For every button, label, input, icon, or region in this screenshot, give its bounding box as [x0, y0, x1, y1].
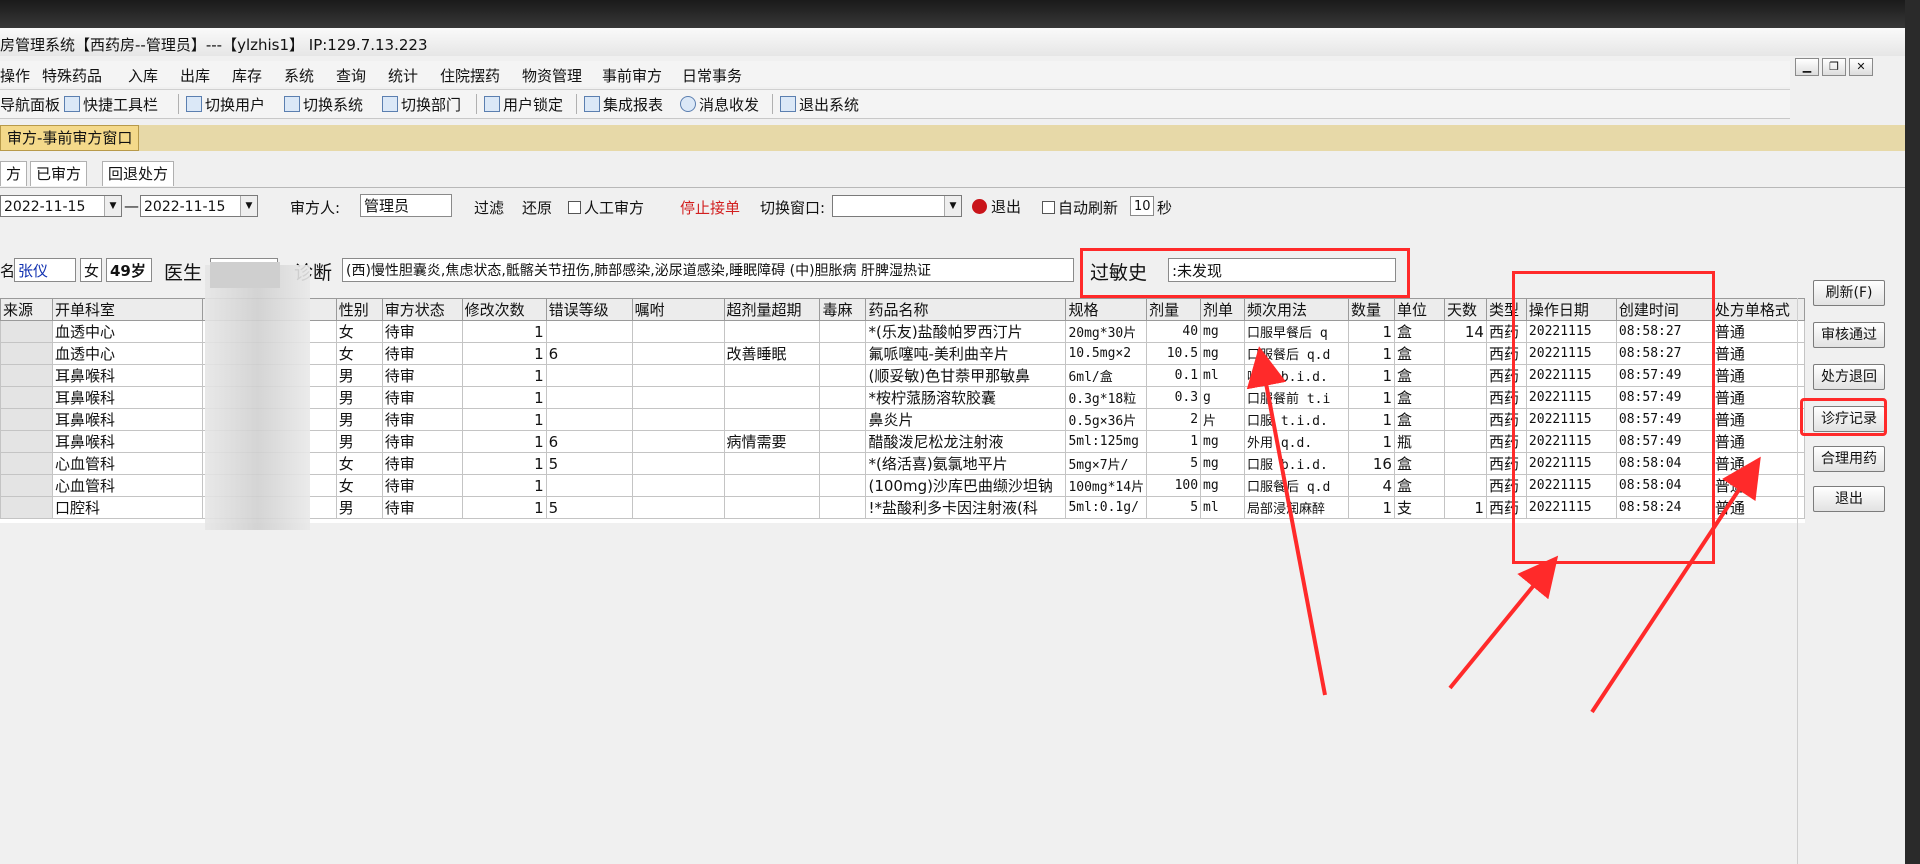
annotation-arrows	[1246, 346, 1761, 714]
arrow-to-record-button	[1590, 456, 1761, 714]
arrow-to-allergy	[1246, 346, 1327, 696]
monitor-bezel-right	[1905, 0, 1920, 864]
arrow-to-dates	[1448, 555, 1559, 690]
